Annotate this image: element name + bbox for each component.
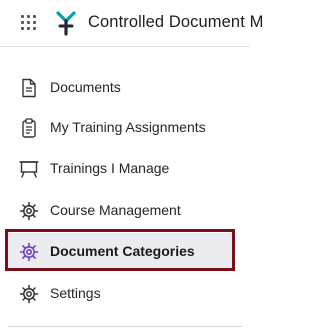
sidebar-item-label: My Training Assignments	[50, 119, 206, 135]
sidebar-item-label: Course Management	[50, 202, 181, 218]
sidebar-item-my-training-assignments[interactable]: My Training Assignments	[0, 107, 250, 149]
app-header: Controlled Document M	[0, 0, 263, 47]
sidebar-item-course-management[interactable]: Course Management	[0, 190, 250, 232]
presentation-board-icon	[18, 158, 40, 180]
gear-icon	[18, 283, 40, 305]
gear-icon	[18, 241, 40, 263]
app-title: Controlled Document M	[88, 13, 264, 31]
sidebar-item-document-categories[interactable]: Document Categories	[0, 231, 250, 273]
sidebar-item-label: Documents	[50, 79, 121, 95]
sidebar-item-documents[interactable]: Documents	[0, 67, 250, 109]
divider	[8, 326, 242, 327]
sidebar-item-trainings-i-manage[interactable]: Trainings I Manage	[0, 148, 250, 190]
sidebar-item-label: Trainings I Manage	[50, 160, 170, 176]
gear-icon	[18, 200, 40, 222]
brand-logo-icon	[54, 9, 78, 37]
sidebar-item-settings[interactable]: Settings	[0, 273, 250, 315]
document-icon	[18, 77, 40, 99]
sidebar-item-label: Settings	[50, 285, 101, 301]
grid-icon[interactable]	[21, 15, 36, 30]
sidebar-item-label: Document Categories	[50, 243, 195, 259]
clipboard-icon	[18, 117, 40, 139]
